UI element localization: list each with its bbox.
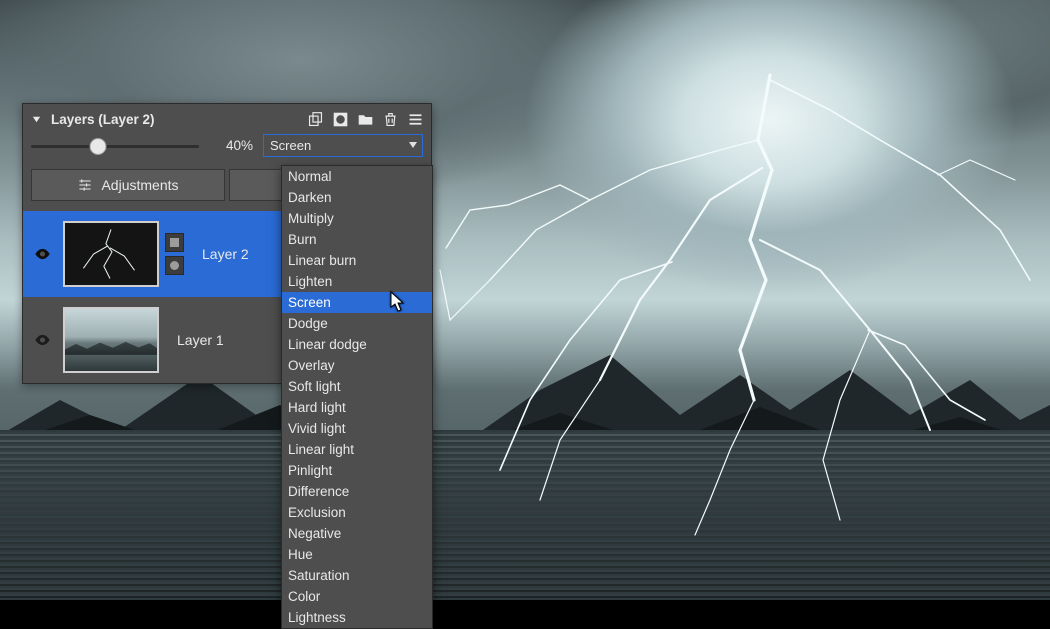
- blend-mode-option[interactable]: Linear light: [282, 439, 432, 460]
- folder-icon[interactable]: [356, 110, 375, 129]
- blend-mode-option[interactable]: Exclusion: [282, 502, 432, 523]
- layer-thumbnail[interactable]: [63, 307, 159, 373]
- layer-name-label: Layer 1: [177, 332, 224, 348]
- blend-mode-option[interactable]: Negative: [282, 523, 432, 544]
- blend-mode-option[interactable]: Linear burn: [282, 250, 432, 271]
- layer-mask-badge[interactable]: [165, 233, 184, 252]
- opacity-value: 40%: [207, 138, 255, 153]
- blend-mode-option[interactable]: Dodge: [282, 313, 432, 334]
- blend-mode-option[interactable]: Vivid light: [282, 418, 432, 439]
- visibility-icon[interactable]: [31, 334, 53, 346]
- blend-mode-option[interactable]: Lighten: [282, 271, 432, 292]
- blend-mode-dropdown[interactable]: NormalDarkenMultiplyBurnLinear burnLight…: [281, 165, 433, 629]
- blend-mode-option[interactable]: Hard light: [282, 397, 432, 418]
- blend-mode-option[interactable]: Darken: [282, 187, 432, 208]
- opacity-blend-row: 40% Screen: [23, 134, 431, 163]
- mask-icon[interactable]: [331, 110, 350, 129]
- blend-mode-option[interactable]: Color: [282, 586, 432, 607]
- collapse-icon[interactable]: [29, 115, 43, 124]
- duplicate-icon[interactable]: [306, 110, 325, 129]
- blend-mode-option[interactable]: Saturation: [282, 565, 432, 586]
- blend-mode-option[interactable]: Overlay: [282, 355, 432, 376]
- opacity-slider[interactable]: [31, 137, 199, 155]
- adjustments-label: Adjustments: [101, 177, 178, 193]
- blend-mode-option[interactable]: Linear dodge: [282, 334, 432, 355]
- blend-mode-option[interactable]: Screen: [282, 292, 432, 313]
- blend-mode-option[interactable]: Difference: [282, 481, 432, 502]
- blend-mode-option[interactable]: Pinlight: [282, 460, 432, 481]
- menu-icon[interactable]: [406, 110, 425, 129]
- panel-header: Layers (Layer 2): [23, 104, 431, 134]
- visibility-icon[interactable]: [31, 248, 53, 260]
- blend-mode-option[interactable]: Multiply: [282, 208, 432, 229]
- layer-badge-group: [165, 233, 184, 275]
- blend-mode-select[interactable]: Screen: [263, 134, 423, 157]
- panel-title: Layers (Layer 2): [51, 112, 155, 127]
- blend-mode-option[interactable]: Lightness: [282, 607, 432, 628]
- chevron-down-icon: [409, 142, 417, 148]
- blend-mode-selected: Screen: [270, 138, 311, 153]
- layer-thumbnail[interactable]: [63, 221, 159, 287]
- blend-mode-option[interactable]: Soft light: [282, 376, 432, 397]
- trash-icon[interactable]: [381, 110, 400, 129]
- canvas-water: [0, 430, 1050, 600]
- layer-name-label: Layer 2: [202, 246, 249, 262]
- layer-fx-badge[interactable]: [165, 256, 184, 275]
- adjustments-button[interactable]: Adjustments: [31, 169, 225, 201]
- blend-mode-option[interactable]: Normal: [282, 166, 432, 187]
- blend-mode-option[interactable]: Hue: [282, 544, 432, 565]
- blend-mode-option[interactable]: Burn: [282, 229, 432, 250]
